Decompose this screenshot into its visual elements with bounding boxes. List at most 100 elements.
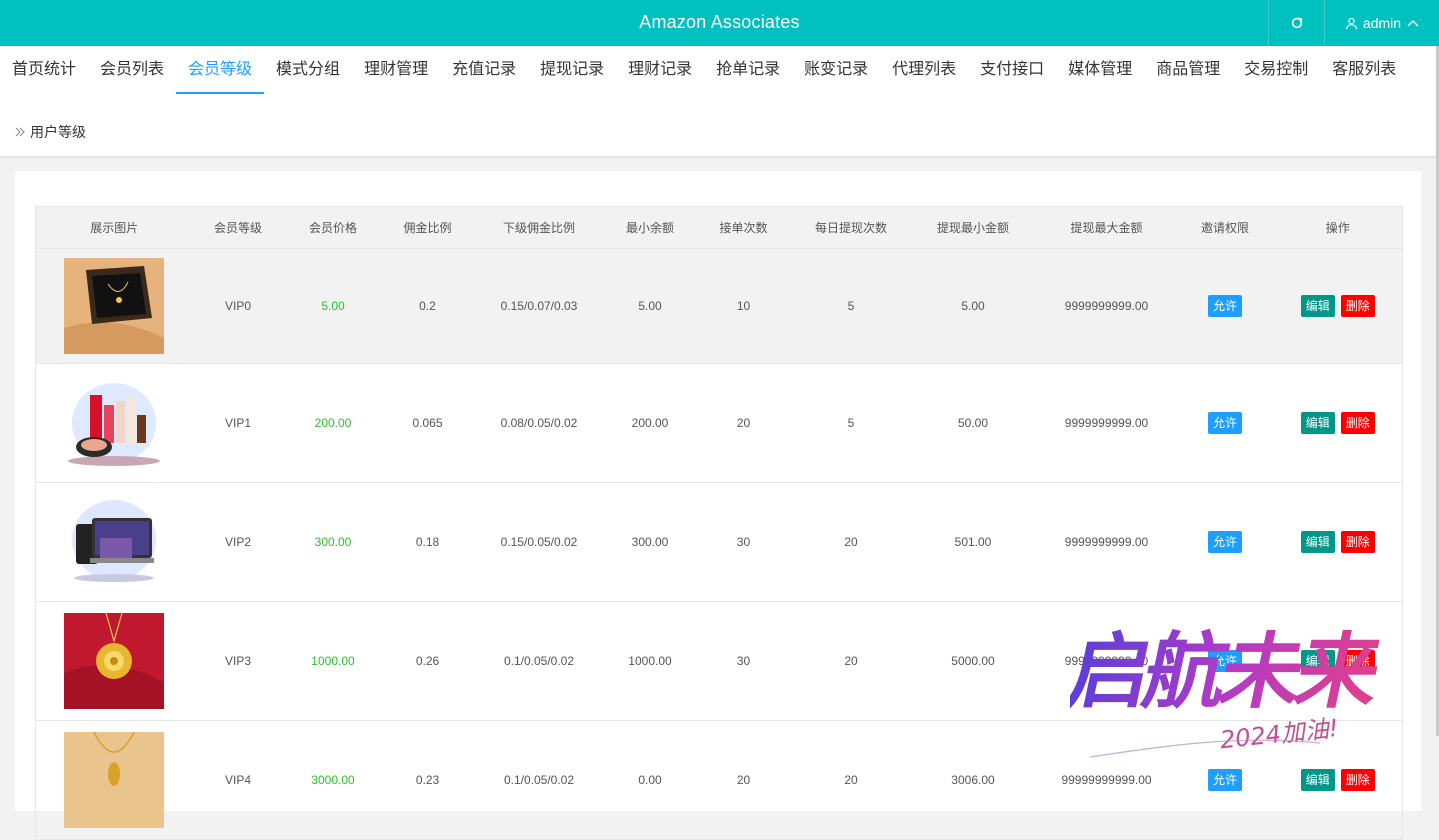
cell-invite: 允许 bbox=[1176, 248, 1274, 364]
cell-withdraw-min: 50.00 bbox=[909, 363, 1037, 483]
allow-invite-button[interactable]: 允许 bbox=[1207, 769, 1242, 791]
chevron-up-icon bbox=[1407, 20, 1419, 27]
cell-image bbox=[35, 601, 193, 721]
min-balance-value: 300.00 bbox=[631, 535, 669, 549]
delete-button[interactable]: 删除 bbox=[1340, 295, 1375, 317]
column-header: 会员价格 bbox=[283, 206, 383, 249]
nav-tab[interactable]: 会员等级 bbox=[176, 46, 265, 94]
breadcrumb-label[interactable]: 用户等级 bbox=[30, 122, 86, 142]
nav-tab[interactable]: 首页统计 bbox=[0, 46, 88, 94]
cell-withdraw-min: 501.00 bbox=[909, 482, 1037, 602]
nav-tab[interactable]: 客服列表 bbox=[1320, 46, 1408, 94]
price-value: 3000.00 bbox=[311, 773, 355, 787]
daily-withdraw-value: 5 bbox=[847, 299, 855, 313]
sub-commission-value: 0.08/0.05/0.02 bbox=[500, 416, 578, 430]
orders-value: 20 bbox=[736, 416, 751, 430]
orders-value: 30 bbox=[736, 535, 751, 549]
allow-invite-button[interactable]: 允许 bbox=[1207, 295, 1242, 317]
sub-commission-value: 0.1/0.05/0.02 bbox=[503, 654, 575, 668]
nav-tab[interactable]: 提现记录 bbox=[528, 46, 616, 94]
delete-button[interactable]: 删除 bbox=[1340, 769, 1375, 791]
edit-button[interactable]: 编辑 bbox=[1300, 650, 1335, 672]
cell-sub-commission: 0.1/0.05/0.02 bbox=[472, 601, 606, 721]
member-grade-table: 展示图片 会员等级 会员价格 佣金比例 下级佣金比例 最小余额 接单次数 每日提现次数 提现最小… bbox=[35, 206, 1403, 840]
sub-commission-value: 0.1/0.05/0.02 bbox=[503, 773, 575, 787]
orders-value: 10 bbox=[736, 299, 751, 313]
level-value: VIP0 bbox=[224, 299, 251, 313]
orders-value: 30 bbox=[736, 654, 751, 668]
double-chevron-right-icon bbox=[15, 127, 25, 137]
daily-withdraw-value: 20 bbox=[844, 773, 858, 787]
allow-invite-button[interactable]: 允许 bbox=[1207, 531, 1242, 553]
cell-daily-withdraw: 5 bbox=[792, 248, 910, 364]
nav-tab[interactable]: 模式分组 bbox=[264, 46, 352, 94]
price-value: 200.00 bbox=[314, 416, 352, 430]
delete-button[interactable]: 删除 bbox=[1340, 412, 1375, 434]
cell-orders: 30 bbox=[694, 601, 793, 721]
edit-button[interactable]: 编辑 bbox=[1300, 769, 1335, 791]
level-value: VIP4 bbox=[224, 773, 251, 787]
column-header: 佣金比例 bbox=[382, 206, 473, 249]
nav-tab[interactable]: 理财记录 bbox=[616, 46, 704, 94]
level-value: VIP2 bbox=[224, 535, 251, 549]
cell-image bbox=[35, 482, 193, 602]
product-image bbox=[64, 494, 165, 590]
min-balance-value: 200.00 bbox=[631, 416, 669, 430]
delete-button[interactable]: 删除 bbox=[1340, 650, 1375, 672]
cell-sub-commission: 0.15/0.05/0.02 bbox=[472, 482, 606, 602]
cell-image bbox=[35, 248, 193, 364]
nav-tab[interactable]: 账变记录 bbox=[792, 46, 880, 94]
nav-tab[interactable]: 支付接口 bbox=[968, 46, 1056, 94]
column-header: 邀请权限 bbox=[1176, 206, 1274, 249]
nav-tab[interactable]: 媒体管理 bbox=[1056, 46, 1144, 94]
price-value: 300.00 bbox=[314, 535, 352, 549]
daily-withdraw-value: 20 bbox=[844, 654, 858, 668]
edit-button[interactable]: 编辑 bbox=[1300, 295, 1335, 317]
withdraw-min-value: 501.00 bbox=[954, 535, 992, 549]
nav-tab[interactable]: 抢单记录 bbox=[704, 46, 792, 94]
cell-withdraw-max: 9999999999.00 bbox=[1036, 248, 1177, 364]
withdraw-max-value: 9999999999.00 bbox=[1064, 654, 1149, 668]
edit-button[interactable]: 编辑 bbox=[1300, 531, 1335, 553]
min-balance-value: 0.00 bbox=[638, 773, 662, 787]
edit-button[interactable]: 编辑 bbox=[1300, 412, 1335, 434]
cell-commission: 0.26 bbox=[382, 601, 473, 721]
nav-tab[interactable]: 充值记录 bbox=[440, 46, 528, 94]
cell-level: VIP2 bbox=[192, 482, 284, 602]
nav-tabs: 首页统计 会员列表 会员等级 模式分组 理财管理 充值记录 提现记录 理财记录 抢单记录 账变记录… bbox=[0, 46, 1408, 94]
price-value: 5.00 bbox=[321, 299, 345, 313]
allow-invite-button[interactable]: 允许 bbox=[1207, 650, 1242, 672]
cell-daily-withdraw: 20 bbox=[792, 720, 910, 840]
daily-withdraw-value: 5 bbox=[847, 416, 855, 430]
commission-value: 0.065 bbox=[412, 416, 443, 430]
nav-tab[interactable]: 商品管理 bbox=[1144, 46, 1232, 94]
nav-tab[interactable]: 交易控制 bbox=[1232, 46, 1320, 94]
allow-invite-button[interactable]: 允许 bbox=[1207, 412, 1242, 434]
cell-invite: 允许 bbox=[1176, 363, 1274, 483]
cell-price: 300.00 bbox=[283, 482, 383, 602]
delete-button[interactable]: 删除 bbox=[1340, 531, 1375, 553]
nav-tab[interactable]: 理财管理 bbox=[352, 46, 440, 94]
withdraw-min-value: 5.00 bbox=[961, 299, 985, 313]
user-menu[interactable]: admin bbox=[1324, 0, 1439, 46]
cell-commission: 0.065 bbox=[382, 363, 473, 483]
table-row: VIP0 5.00 0.2 0.15/0.07/0.03 5.00 10 5 5.00 9999… bbox=[35, 248, 1403, 364]
cell-commission: 0.23 bbox=[382, 720, 473, 840]
cell-price: 1000.00 bbox=[283, 601, 383, 721]
withdraw-max-value: 9999999999.00 bbox=[1064, 416, 1149, 430]
cell-actions: 编辑 删除 bbox=[1273, 363, 1403, 483]
column-header: 每日提现次数 bbox=[792, 206, 910, 249]
nav-tab[interactable]: 代理列表 bbox=[880, 46, 968, 94]
orders-value: 20 bbox=[736, 773, 751, 787]
table-row: VIP1 200.00 0.065 0.08/0.05/0.02 200.00 20 5 50… bbox=[35, 363, 1403, 483]
daily-withdraw-value: 20 bbox=[844, 535, 858, 549]
nav-tab[interactable]: 会员列表 bbox=[88, 46, 176, 94]
table-row: VIP4 3000.00 0.23 0.1/0.05/0.02 0.00 20 20 3006… bbox=[35, 720, 1403, 840]
commission-value: 0.26 bbox=[415, 654, 440, 668]
column-header: 提现最小金额 bbox=[909, 206, 1037, 249]
cell-commission: 0.2 bbox=[382, 248, 473, 364]
cell-price: 200.00 bbox=[283, 363, 383, 483]
refresh-button[interactable] bbox=[1268, 0, 1325, 46]
price-value: 1000.00 bbox=[311, 654, 355, 668]
sub-commission-value: 0.15/0.07/0.03 bbox=[500, 299, 578, 313]
